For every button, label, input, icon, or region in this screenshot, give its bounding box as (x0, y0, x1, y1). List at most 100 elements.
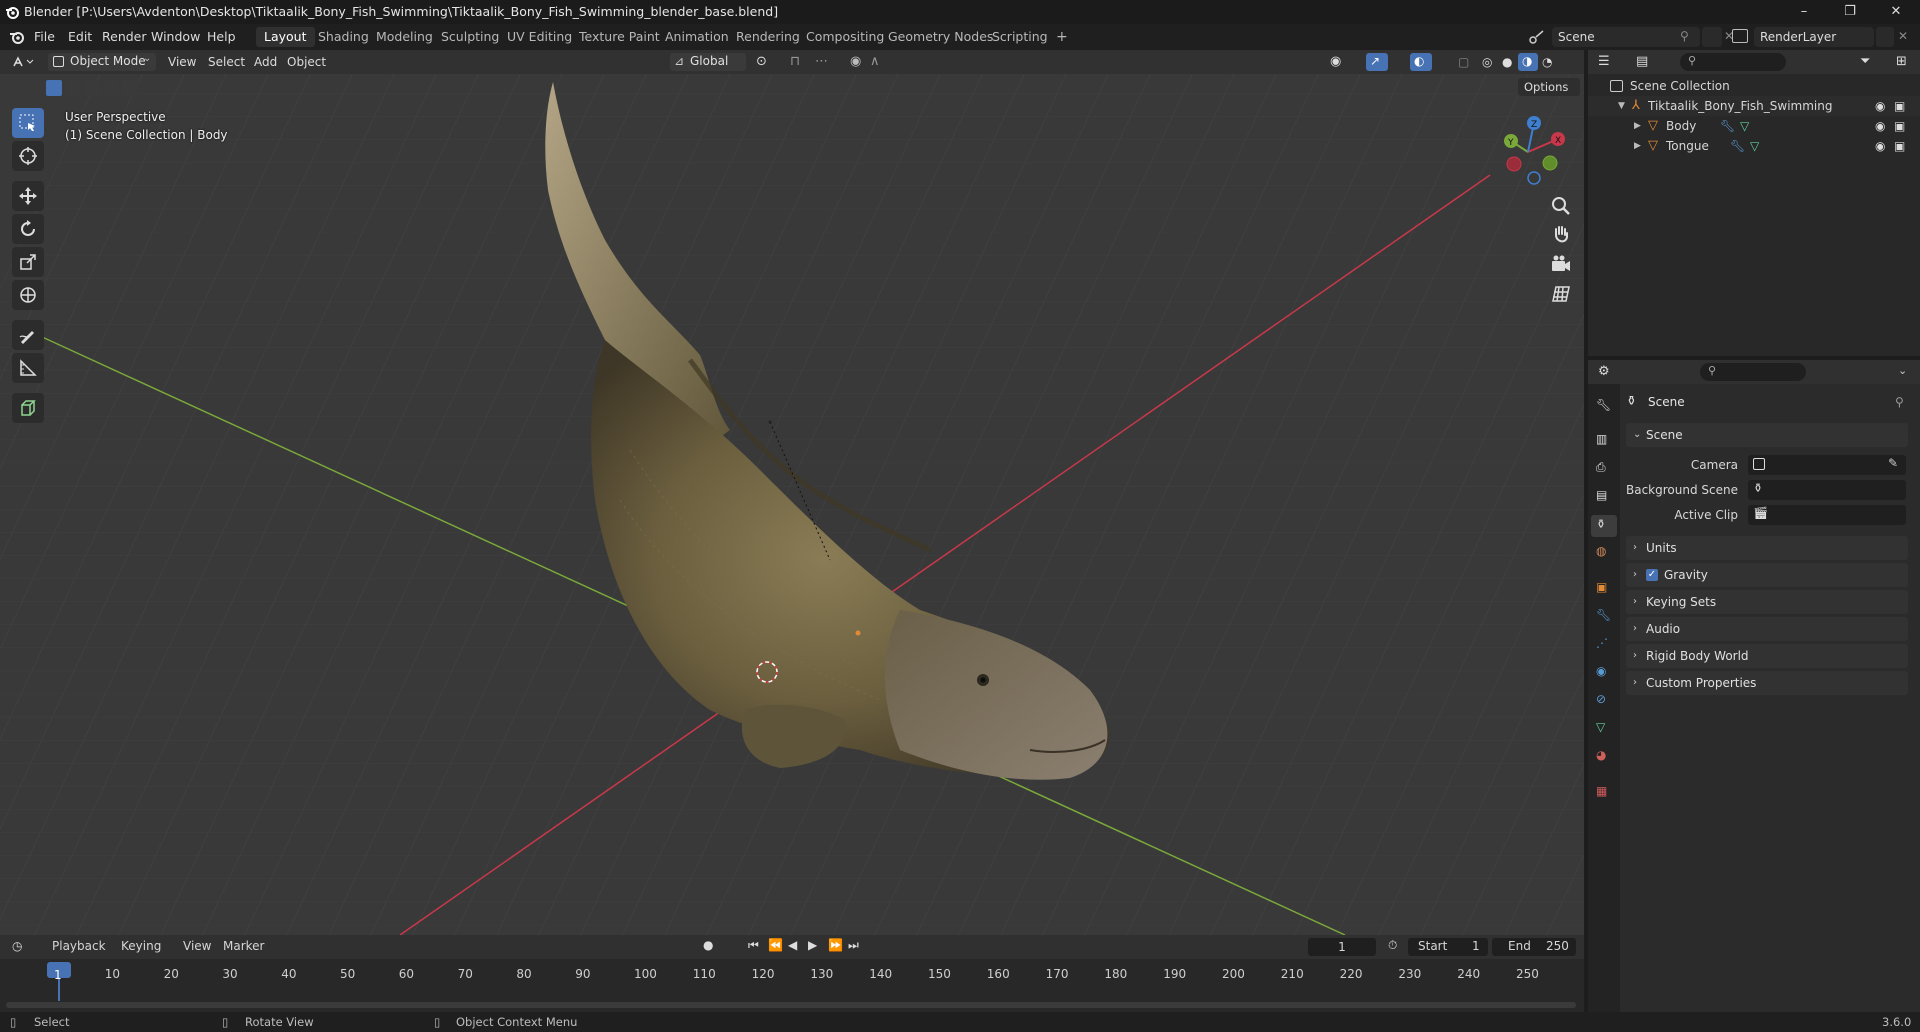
options-dropdown[interactable]: Options (1518, 78, 1580, 96)
current-frame-field[interactable]: 1 (1308, 938, 1376, 956)
menu-object[interactable]: Object (287, 53, 326, 71)
expand-arrow-icon[interactable]: ▶ (1634, 136, 1641, 156)
world-tab-icon[interactable]: ◍ (1596, 544, 1614, 562)
xray-icon[interactable]: ▢ (1458, 53, 1469, 71)
next-keyframe-icon[interactable]: ⏩ (828, 938, 843, 952)
particles-tab-icon[interactable]: ⋰ (1596, 636, 1614, 654)
wireframe-shading-icon[interactable]: ◎ (1482, 53, 1492, 71)
units-panel-header[interactable]: › Units (1626, 536, 1908, 560)
select-extend-icon[interactable] (65, 80, 81, 96)
properties-editor-icon[interactable]: ⚙ (1598, 364, 1610, 379)
tab-shading[interactable]: Shading (310, 27, 377, 47)
close-window-button[interactable]: ✕ (1876, 2, 1916, 22)
menu-keying[interactable]: Keying (121, 939, 161, 953)
data-tab-icon[interactable]: ▽ (1596, 720, 1614, 738)
new-renderlayer-icon[interactable] (1876, 27, 1894, 47)
minimize-button[interactable]: – (1784, 2, 1824, 22)
keying-sets-panel-header[interactable]: › Keying Sets (1626, 590, 1908, 614)
pin-icon[interactable]: ⚲ (1680, 29, 1689, 43)
add-workspace-button[interactable]: + (1048, 27, 1076, 47)
scene-panel-header[interactable]: ⌄ Scene (1626, 423, 1908, 447)
gravity-checkbox[interactable]: ✓ (1646, 569, 1658, 581)
menu-playback[interactable]: Playback (52, 939, 106, 953)
snap-icon[interactable]: ⊓ (790, 53, 800, 71)
pan-view-button[interactable] (1548, 222, 1574, 248)
scene-selector[interactable]: Scene (1552, 27, 1700, 47)
pin-icon[interactable]: ⚲ (1895, 395, 1904, 409)
select-box-tool[interactable] (12, 108, 44, 138)
object-tab-icon[interactable]: ▣ (1596, 580, 1614, 598)
ortho-toggle-button[interactable] (1548, 281, 1574, 307)
tab-layout[interactable]: Layout (256, 27, 315, 47)
display-mode-icon[interactable]: ▤ (1636, 54, 1648, 69)
gizmo-toggle-button[interactable]: ↗ (1366, 53, 1388, 71)
measure-tool[interactable] (12, 353, 44, 383)
active-clip-field[interactable]: 🎬︎ (1748, 505, 1906, 525)
3d-viewport[interactable]: User Perspective (1) Scene Collection | … (0, 50, 1584, 935)
new-scene-icon[interactable] (1702, 27, 1722, 47)
output-tab-icon[interactable]: ⎙ (1596, 460, 1614, 478)
falloff-icon[interactable]: ∧ (870, 53, 880, 71)
menu-timeline-view[interactable]: View (183, 939, 211, 953)
jump-end-icon[interactable]: ⏭ (848, 938, 859, 953)
end-frame-field[interactable]: End 250 (1492, 938, 1576, 956)
texture-tab-icon[interactable]: ▦ (1596, 784, 1614, 802)
camera-view-button[interactable] (1548, 252, 1574, 278)
modifier-tab-icon[interactable]: 🔧︎ (1596, 608, 1614, 626)
scale-tool[interactable] (12, 247, 44, 277)
tab-texture-paint[interactable]: Texture Paint (571, 27, 668, 47)
select-invert-icon[interactable] (103, 80, 119, 96)
background-scene-field[interactable]: ⚱ (1748, 480, 1906, 500)
move-tool[interactable] (12, 181, 44, 211)
rigid-body-world-panel-header[interactable]: › Rigid Body World (1626, 644, 1908, 668)
outliner-row-armature[interactable]: ▼ ⅄ Tiktaalik_Bony_Fish_Swimming ◉ ▣ (1588, 96, 1920, 116)
tab-modeling[interactable]: Modeling (368, 27, 441, 47)
add-cube-tool[interactable] (12, 393, 44, 423)
outliner-row-scene-collection[interactable]: Scene Collection (1588, 76, 1920, 96)
snap-target-icon[interactable]: ⋯ (815, 53, 828, 71)
mode-selector[interactable]: Object Mode ⌄ (48, 53, 156, 71)
camera-field[interactable]: ✎ (1748, 455, 1906, 475)
play-icon[interactable]: ▶ (808, 938, 817, 952)
menu-help[interactable]: Help (207, 29, 236, 44)
tab-compositing[interactable]: Compositing (798, 27, 892, 47)
outliner-editor-icon[interactable]: ☰ (1598, 54, 1610, 69)
cursor-tool[interactable] (12, 141, 44, 171)
transform-tool[interactable] (12, 280, 44, 310)
transform-orientation-selector[interactable]: ⊿ Global (670, 53, 746, 71)
eyedropper-icon[interactable]: ✎ (1888, 456, 1898, 470)
outliner-search-input[interactable]: ⚲ (1680, 53, 1786, 71)
start-frame-field[interactable]: Start 1 (1408, 938, 1488, 956)
rotate-tool[interactable] (12, 214, 44, 244)
selection-mode-buttons[interactable] (46, 80, 138, 96)
audio-panel-header[interactable]: › Audio (1626, 617, 1908, 641)
tab-rendering[interactable]: Rendering (728, 27, 808, 47)
overlay-toggle-button[interactable]: ◐ (1410, 53, 1432, 71)
tab-uv-editing[interactable]: UV Editing (499, 27, 580, 47)
menu-marker[interactable]: Marker (223, 939, 264, 953)
record-icon[interactable]: ● (703, 938, 713, 952)
pivot-point-icon[interactable]: ⊙ (756, 53, 767, 71)
menu-select[interactable]: Select (208, 53, 245, 71)
select-intersect-icon[interactable] (122, 80, 138, 96)
timeline-scrollbar[interactable] (6, 1002, 1576, 1008)
render-camera-icon[interactable]: ▣ (1894, 96, 1905, 116)
menu-window[interactable]: Window (151, 29, 200, 44)
chevron-down-icon[interactable]: ⌄ (1898, 364, 1907, 377)
rendered-shading-icon[interactable]: ◔ (1542, 53, 1552, 71)
play-reverse-icon[interactable]: ◀ (788, 938, 797, 952)
custom-properties-panel-header[interactable]: › Custom Properties (1626, 671, 1908, 695)
select-subtract-icon[interactable] (84, 80, 100, 96)
maximize-button[interactable]: ❐ (1830, 2, 1870, 22)
menu-file[interactable]: File (34, 29, 55, 44)
render-camera-icon[interactable]: ▣ (1894, 136, 1905, 156)
render-layer-selector[interactable]: RenderLayer (1754, 27, 1874, 47)
expand-arrow-icon[interactable]: ▶ (1634, 116, 1641, 136)
eye-icon[interactable]: ◉ (1875, 136, 1885, 156)
new-collection-icon[interactable]: ⊞ (1896, 54, 1907, 69)
zoom-view-button[interactable] (1548, 193, 1574, 219)
select-new-icon[interactable] (46, 80, 62, 96)
render-tab-icon[interactable]: ▥ (1596, 432, 1614, 450)
tab-animation[interactable]: Animation (657, 27, 737, 47)
menu-render[interactable]: Render (102, 29, 147, 44)
